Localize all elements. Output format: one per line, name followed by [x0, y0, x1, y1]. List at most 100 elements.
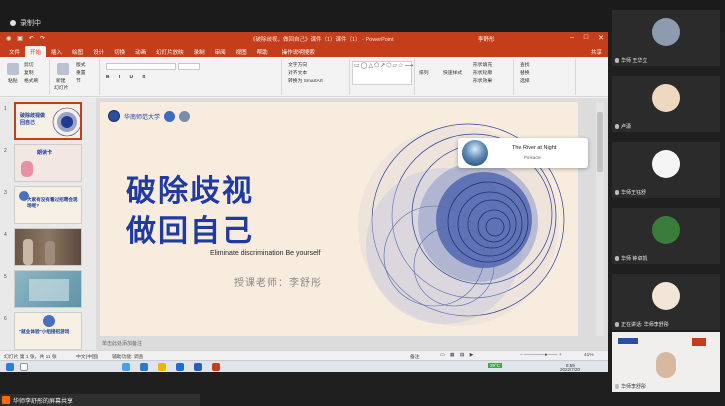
search-icon[interactable] — [20, 363, 28, 371]
vertical-scrollbar[interactable] — [596, 102, 604, 336]
new-slide-button[interactable]: 新建 — [56, 77, 66, 84]
thumb-title: "就业体验"小组接招游戏 — [19, 329, 70, 334]
explorer-icon[interactable] — [158, 363, 166, 371]
music-player-card[interactable]: The River at Night Pinkacle — [458, 138, 588, 168]
participant-name: 华师王钰舒 — [615, 189, 646, 196]
photo-people — [23, 239, 33, 265]
save-icon[interactable]: ▣ — [17, 35, 23, 42]
tab-insert[interactable]: 插入 — [46, 46, 67, 57]
song-artist: Pinkacle — [524, 155, 542, 160]
tab-draw[interactable]: 绘图 — [67, 46, 88, 57]
thumbnail-slide-4[interactable] — [14, 228, 82, 266]
share-button[interactable]: 共享 — [591, 48, 602, 56]
notes-pane[interactable]: 单击此处添加备注 — [100, 338, 578, 348]
participant-card[interactable]: 华师王钰舒 — [612, 142, 720, 198]
font-size-box[interactable] — [178, 63, 200, 70]
ribbon-tabs: 文件 开始 插入 绘图 设计 切换 动画 幻灯片放映 录制 审阅 视图 帮助 操… — [0, 46, 608, 57]
participant-card[interactable]: 正在讲话: 华师李舒彤 — [612, 274, 720, 330]
shape-outline-button[interactable]: 形状轮廓 — [473, 69, 492, 76]
mic-icon — [615, 322, 619, 327]
font-name-box[interactable] — [106, 63, 176, 70]
thumbnail-slide-5[interactable] — [14, 270, 82, 308]
align-text-button[interactable]: 对齐文本 — [288, 69, 307, 76]
zoom-slider[interactable]: – ──────●─── + — [520, 353, 562, 358]
tab-design[interactable]: 设计 — [88, 46, 109, 57]
edge-icon[interactable] — [122, 363, 130, 371]
tab-transitions[interactable]: 切换 — [109, 46, 130, 57]
maximize-icon[interactable]: □ — [584, 34, 588, 42]
font-style-buttons[interactable]: B I U S — [106, 75, 149, 80]
thumb-number: 3 — [4, 190, 7, 196]
tab-home[interactable]: 开始 — [25, 46, 47, 57]
school-seal-icon — [108, 110, 120, 122]
thumbnail-slide-2[interactable]: 朗读卡 — [14, 144, 82, 182]
replace-button[interactable]: 替换 — [520, 69, 530, 76]
accessibility-status[interactable]: 辅助功能: 调查 — [112, 353, 143, 360]
paste-icon[interactable] — [7, 63, 19, 75]
powerpoint-icon[interactable] — [212, 363, 220, 371]
view-buttons[interactable]: ▭ ▦ ▤ ▶ — [440, 353, 475, 358]
undo-icon[interactable]: ↶ — [29, 35, 34, 42]
tab-view[interactable]: 视图 — [231, 46, 252, 57]
weather-badge[interactable]: 29°C — [488, 363, 503, 368]
format-painter-button[interactable]: 格式刷 — [24, 77, 38, 84]
share-screen-icon — [2, 396, 10, 404]
section-button[interactable]: 节 — [76, 77, 81, 84]
select-button[interactable]: 选择 — [520, 77, 530, 84]
participant-card[interactable]: 华师 钟卓凯 — [612, 208, 720, 264]
close-icon[interactable]: ✕ — [598, 34, 604, 42]
notes-toggle[interactable]: 备注 — [410, 353, 420, 360]
recording-indicator[interactable]: 录制中 — [10, 18, 41, 28]
tab-review[interactable]: 审阅 — [210, 46, 231, 57]
new-slide-icon[interactable] — [57, 63, 69, 75]
thumbnail-slide-3[interactable]: 大家有没有看过招聘会现场呢? — [14, 186, 82, 224]
tab-animations[interactable]: 动画 — [130, 46, 151, 57]
layout-button[interactable]: 版式 — [76, 61, 86, 68]
tab-record[interactable]: 录制 — [189, 46, 210, 57]
tell-me-search[interactable]: 操作说明搜索 — [277, 46, 320, 57]
quick-access-toolbar: ◉ ▣ ↶ ↷ — [6, 35, 45, 42]
thumbnail-slide-6[interactable]: "就业体验"小组接招游戏 — [14, 312, 82, 350]
paste-button[interactable]: 粘贴 — [8, 77, 18, 84]
paragraph-group: 文字方向 对齐文本 转换为 SmartArt — [284, 59, 350, 95]
tab-help[interactable]: 帮助 — [252, 46, 273, 57]
redo-icon[interactable]: ↷ — [40, 35, 45, 42]
participant-card[interactable]: 卢潇 — [612, 76, 720, 132]
app-icon[interactable] — [140, 363, 148, 371]
autosave-icon[interactable]: ◉ — [6, 35, 11, 42]
participant-card[interactable]: 华师 王华立 — [612, 10, 720, 66]
photo-document — [29, 279, 69, 301]
language-indicator[interactable]: 中文(中国) — [76, 353, 98, 360]
participant-name: 华师 钟卓凯 — [615, 255, 647, 262]
cut-button[interactable]: 剪切 — [24, 61, 34, 68]
logo-badge-icon — [164, 110, 176, 122]
thumbnail-slide-1[interactable]: 破除歧视做回自己 — [14, 102, 82, 140]
reset-button[interactable]: 重置 — [76, 69, 86, 76]
tab-slideshow[interactable]: 幻灯片放映 — [151, 46, 189, 57]
account-name[interactable]: 李舒彤 — [478, 35, 495, 43]
tab-file[interactable]: 文件 — [4, 46, 25, 57]
arrange-button[interactable]: 排列 — [419, 69, 429, 76]
thumb-title: 朗读卡 — [37, 150, 53, 156]
smartart-button[interactable]: 转换为 SmartArt — [288, 77, 323, 84]
zoom-level[interactable]: 41% — [584, 353, 594, 358]
shape-fill-button[interactable]: 形状填充 — [473, 61, 492, 68]
slides-group: 新建 幻灯片 版式 重置 节 — [52, 59, 100, 95]
text-direction-button[interactable]: 文字方向 — [288, 61, 307, 68]
start-icon[interactable] — [6, 363, 14, 371]
outlook-icon[interactable] — [194, 363, 202, 371]
clock-date[interactable]: 2022/7/20 — [560, 367, 580, 372]
find-button[interactable]: 查找 — [520, 61, 530, 68]
slide-title-line2: 做回自己 — [126, 214, 254, 249]
thumb-number: 1 — [4, 106, 7, 112]
quick-styles-button[interactable]: 快速样式 — [443, 69, 462, 76]
shapes-gallery[interactable]: ▭◯△⬠↗⬡▱☆⟶ — [352, 61, 413, 85]
minimize-icon[interactable]: – — [570, 34, 574, 42]
clipboard-group: 粘贴 剪切 复制 格式刷 — [2, 59, 50, 95]
scrollbar-thumb[interactable] — [597, 112, 603, 172]
copy-button[interactable]: 复制 — [24, 69, 34, 76]
school-logo: 华南师范大学 — [108, 110, 191, 122]
shape-effects-button[interactable]: 形状效果 — [473, 77, 492, 84]
participant-video[interactable]: 华师李舒彤 — [612, 332, 720, 392]
word-icon[interactable] — [176, 363, 184, 371]
